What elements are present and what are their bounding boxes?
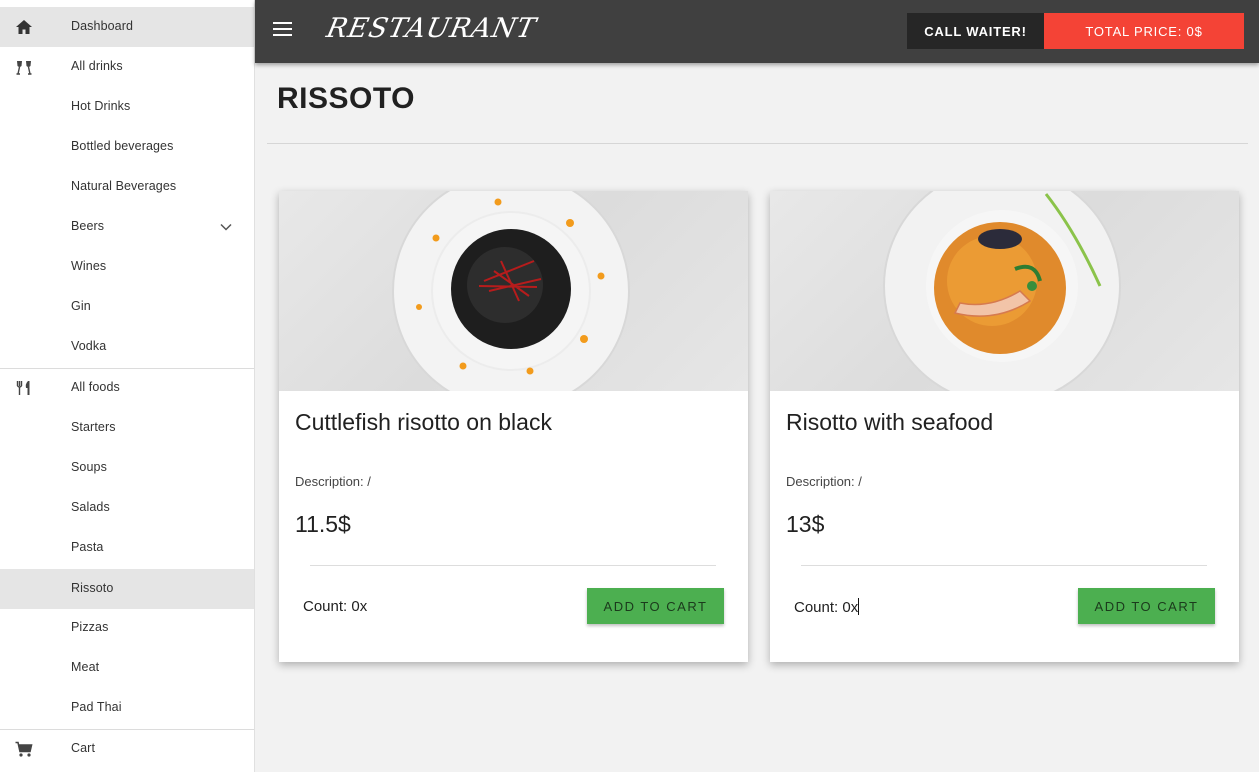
- sidebar-item-meat[interactable]: Meat: [0, 648, 254, 688]
- add-to-cart-button[interactable]: ADD TO CART: [587, 588, 724, 624]
- add-to-cart-button[interactable]: ADD TO CART: [1078, 588, 1215, 624]
- sidebar-item-starters[interactable]: Starters: [0, 408, 254, 448]
- page-title: RISSOTO: [277, 82, 415, 115]
- sidebar-item-beers[interactable]: Beers: [0, 207, 254, 247]
- sidebar-item-hot-drinks[interactable]: Hot Drinks: [0, 87, 254, 127]
- product-card: Risotto with seafood Description: / 13$ …: [770, 191, 1239, 662]
- sidebar-item-label: Pad Thai: [71, 700, 122, 714]
- sidebar-item-label: All foods: [71, 380, 120, 394]
- sidebar-item-cart[interactable]: Cart: [0, 729, 254, 769]
- sidebar-item-label: All drinks: [71, 59, 123, 73]
- sidebar-item-label: Gin: [71, 299, 91, 313]
- cart-icon: [15, 741, 33, 757]
- product-count: Count: 0x: [303, 598, 368, 615]
- sidebar-item-all-drinks[interactable]: All drinks: [0, 47, 254, 87]
- seafood-risotto-image: [883, 191, 1121, 391]
- product-price: 11.5$: [295, 511, 351, 537]
- product-name: Cuttlefish risotto on black: [295, 409, 552, 435]
- sidebar-item-label: Beers: [71, 219, 105, 233]
- product-name: Risotto with seafood: [786, 409, 994, 435]
- sidebar-item-label: Soups: [71, 460, 107, 474]
- card-divider: [801, 565, 1207, 566]
- call-waiter-button[interactable]: CALL WAITER!: [907, 13, 1044, 49]
- top-app-bar: RESTAURANT CALL WAITER! TOTAL PRICE: 0$: [255, 0, 1259, 63]
- sidebar-item-label: Pasta: [71, 540, 104, 554]
- sidebar-item-label: Rissoto: [71, 581, 114, 595]
- sidebar-item-all-foods[interactable]: All foods: [0, 368, 254, 408]
- product-count: Count: 0x: [794, 599, 859, 616]
- sidebar-item-bottled-beverages[interactable]: Bottled beverages: [0, 127, 254, 167]
- home-icon: [16, 20, 32, 34]
- product-card: Cuttlefish risotto on black Description:…: [279, 191, 748, 662]
- title-divider: [267, 143, 1248, 144]
- chevron-down-icon[interactable]: [219, 220, 233, 234]
- product-image: [770, 191, 1239, 391]
- menu-icon[interactable]: [273, 22, 293, 40]
- sidebar-item-label: Cart: [71, 741, 96, 755]
- total-price-button[interactable]: TOTAL PRICE: 0$: [1044, 13, 1244, 49]
- text-cursor: [858, 598, 860, 615]
- sidebar-item-label: Vodka: [71, 339, 107, 353]
- sidebar-item-pizzas[interactable]: Pizzas: [0, 608, 254, 648]
- product-description: Description: /: [786, 474, 862, 489]
- sidebar-item-label: Natural Beverages: [71, 179, 177, 193]
- sidebar-item-pad-thai[interactable]: Pad Thai: [0, 688, 254, 728]
- product-price: 13$: [786, 511, 825, 537]
- sidebar-item-label: Wines: [71, 259, 107, 273]
- sidebar-item-label: Salads: [71, 500, 110, 514]
- product-description: Description: /: [295, 474, 371, 489]
- sidebar-item-dashboard[interactable]: Dashboard: [0, 7, 254, 47]
- brand-logo[interactable]: RESTAURANT: [324, 13, 539, 44]
- sidebar-item-label: Starters: [71, 420, 116, 434]
- sidebar-item-label: Pizzas: [71, 620, 109, 634]
- sidebar-item-vodka[interactable]: Vodka: [0, 327, 254, 367]
- sidebar-item-salads[interactable]: Salads: [0, 488, 254, 528]
- sidebar-item-label: Meat: [71, 660, 100, 674]
- sidebar-item-label: Dashboard: [71, 19, 134, 33]
- glasses-icon: [16, 61, 32, 75]
- sidebar-item-gin[interactable]: Gin: [0, 287, 254, 327]
- product-image: [279, 191, 748, 391]
- fork-knife-icon: [16, 381, 30, 395]
- card-divider: [310, 565, 716, 566]
- sidebar: Dashboard All drinks Hot Drinks Bottled …: [0, 0, 255, 772]
- black-cuttlefish-risotto-image: [392, 191, 630, 391]
- sidebar-item-pasta[interactable]: Pasta: [0, 528, 254, 568]
- sidebar-item-soups[interactable]: Soups: [0, 448, 254, 488]
- sidebar-item-natural-beverages[interactable]: Natural Beverages: [0, 167, 254, 207]
- sidebar-item-label: Hot Drinks: [71, 99, 131, 113]
- product-count-field[interactable]: Count: 0x: [794, 598, 860, 616]
- sidebar-item-wines[interactable]: Wines: [0, 247, 254, 287]
- sidebar-item-label: Bottled beverages: [71, 139, 174, 153]
- sidebar-item-rissoto[interactable]: Rissoto: [0, 569, 254, 609]
